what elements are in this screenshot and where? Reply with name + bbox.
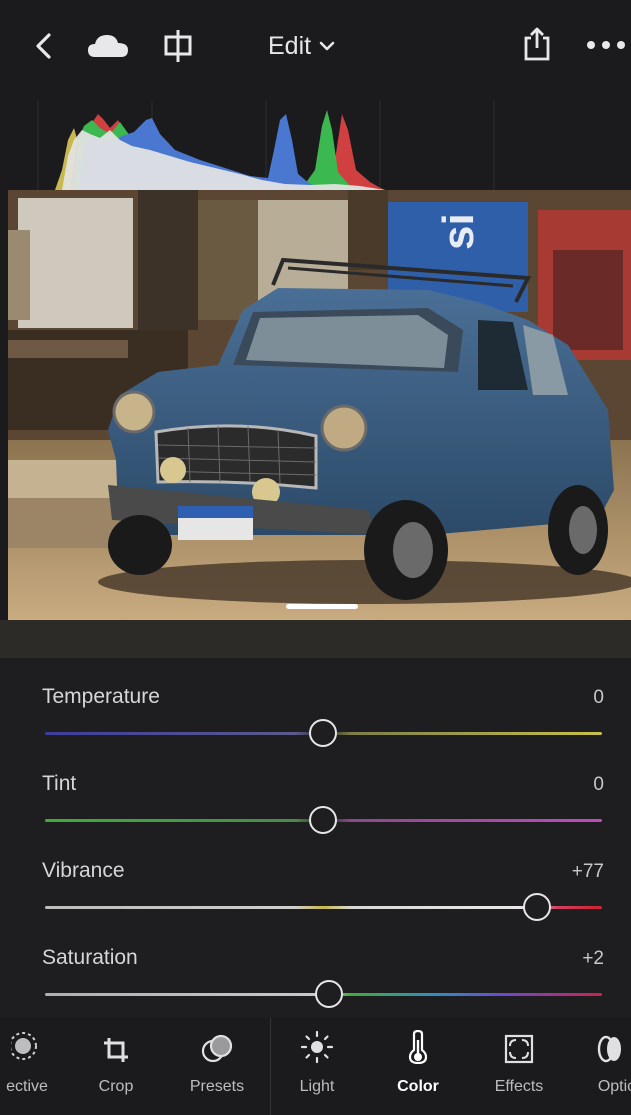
selective-icon — [11, 1018, 51, 1070]
photo-footer-strip — [0, 620, 631, 658]
bottom-toolbar: ective Crop Presets Light Color Effects … — [0, 1018, 631, 1115]
tool-label-effects: Effects — [494, 1078, 544, 1095]
vibrance-label: Vibrance — [42, 859, 125, 882]
photo-preview[interactable]: si — [8, 190, 631, 620]
tool-label-optics: Optic — [597, 1078, 631, 1095]
tint-value: 0 — [593, 774, 604, 795]
saturation-knob[interactable] — [314, 980, 343, 1008]
edit-label: Edit — [268, 31, 312, 60]
tool-label-presets: Presets — [189, 1078, 245, 1095]
vibrance-value: +77 — [571, 861, 604, 882]
tool-label-crop: Crop — [98, 1078, 134, 1095]
thermometer-icon — [408, 1018, 428, 1070]
cloud-icon[interactable] — [86, 30, 130, 62]
color-panel: Temperature 0 Tint 0 Vibrance +77 Satura… — [0, 658, 631, 1018]
more-dots-icon[interactable] — [584, 32, 628, 58]
vibrance-track[interactable] — [45, 906, 602, 909]
tool-label-light: Light — [299, 1078, 335, 1095]
tool-light[interactable]: Light — [288, 1018, 346, 1115]
svg-text:si: si — [434, 213, 483, 250]
temperature-knob[interactable] — [309, 719, 337, 747]
tool-effects[interactable]: Effects — [488, 1018, 550, 1115]
tool-label-selective: ective — [6, 1078, 48, 1095]
crop-icon — [102, 1018, 130, 1070]
tool-color[interactable]: Color — [388, 1018, 448, 1115]
saturation-value: +2 — [582, 948, 604, 969]
vibrance-knob[interactable] — [523, 893, 552, 921]
tool-label-color: Color — [397, 1078, 439, 1095]
share-icon[interactable] — [520, 24, 554, 64]
effects-icon — [504, 1018, 534, 1070]
chevron-left-icon[interactable] — [28, 28, 58, 64]
tint-label: Tint — [42, 772, 77, 795]
temperature-value: 0 — [593, 687, 604, 708]
tint-knob[interactable] — [309, 806, 337, 834]
tool-selective[interactable]: ective — [0, 1018, 62, 1115]
histogram — [0, 90, 631, 190]
presets-icon — [201, 1018, 233, 1070]
top-bar: Edit — [0, 0, 631, 90]
chevron-down-icon — [319, 41, 335, 51]
optics-icon — [592, 1018, 631, 1070]
compare-split-icon[interactable] — [160, 26, 196, 66]
saturation-label: Saturation — [42, 946, 138, 969]
tool-presets[interactable]: Presets — [184, 1018, 250, 1115]
sun-icon — [300, 1018, 334, 1070]
edit-menu-button[interactable]: Edit — [268, 28, 335, 64]
tool-optics[interactable]: Optic — [592, 1018, 631, 1115]
toolbar-divider — [270, 1018, 271, 1115]
tool-crop[interactable]: Crop — [84, 1018, 148, 1115]
temperature-label: Temperature — [42, 685, 160, 708]
